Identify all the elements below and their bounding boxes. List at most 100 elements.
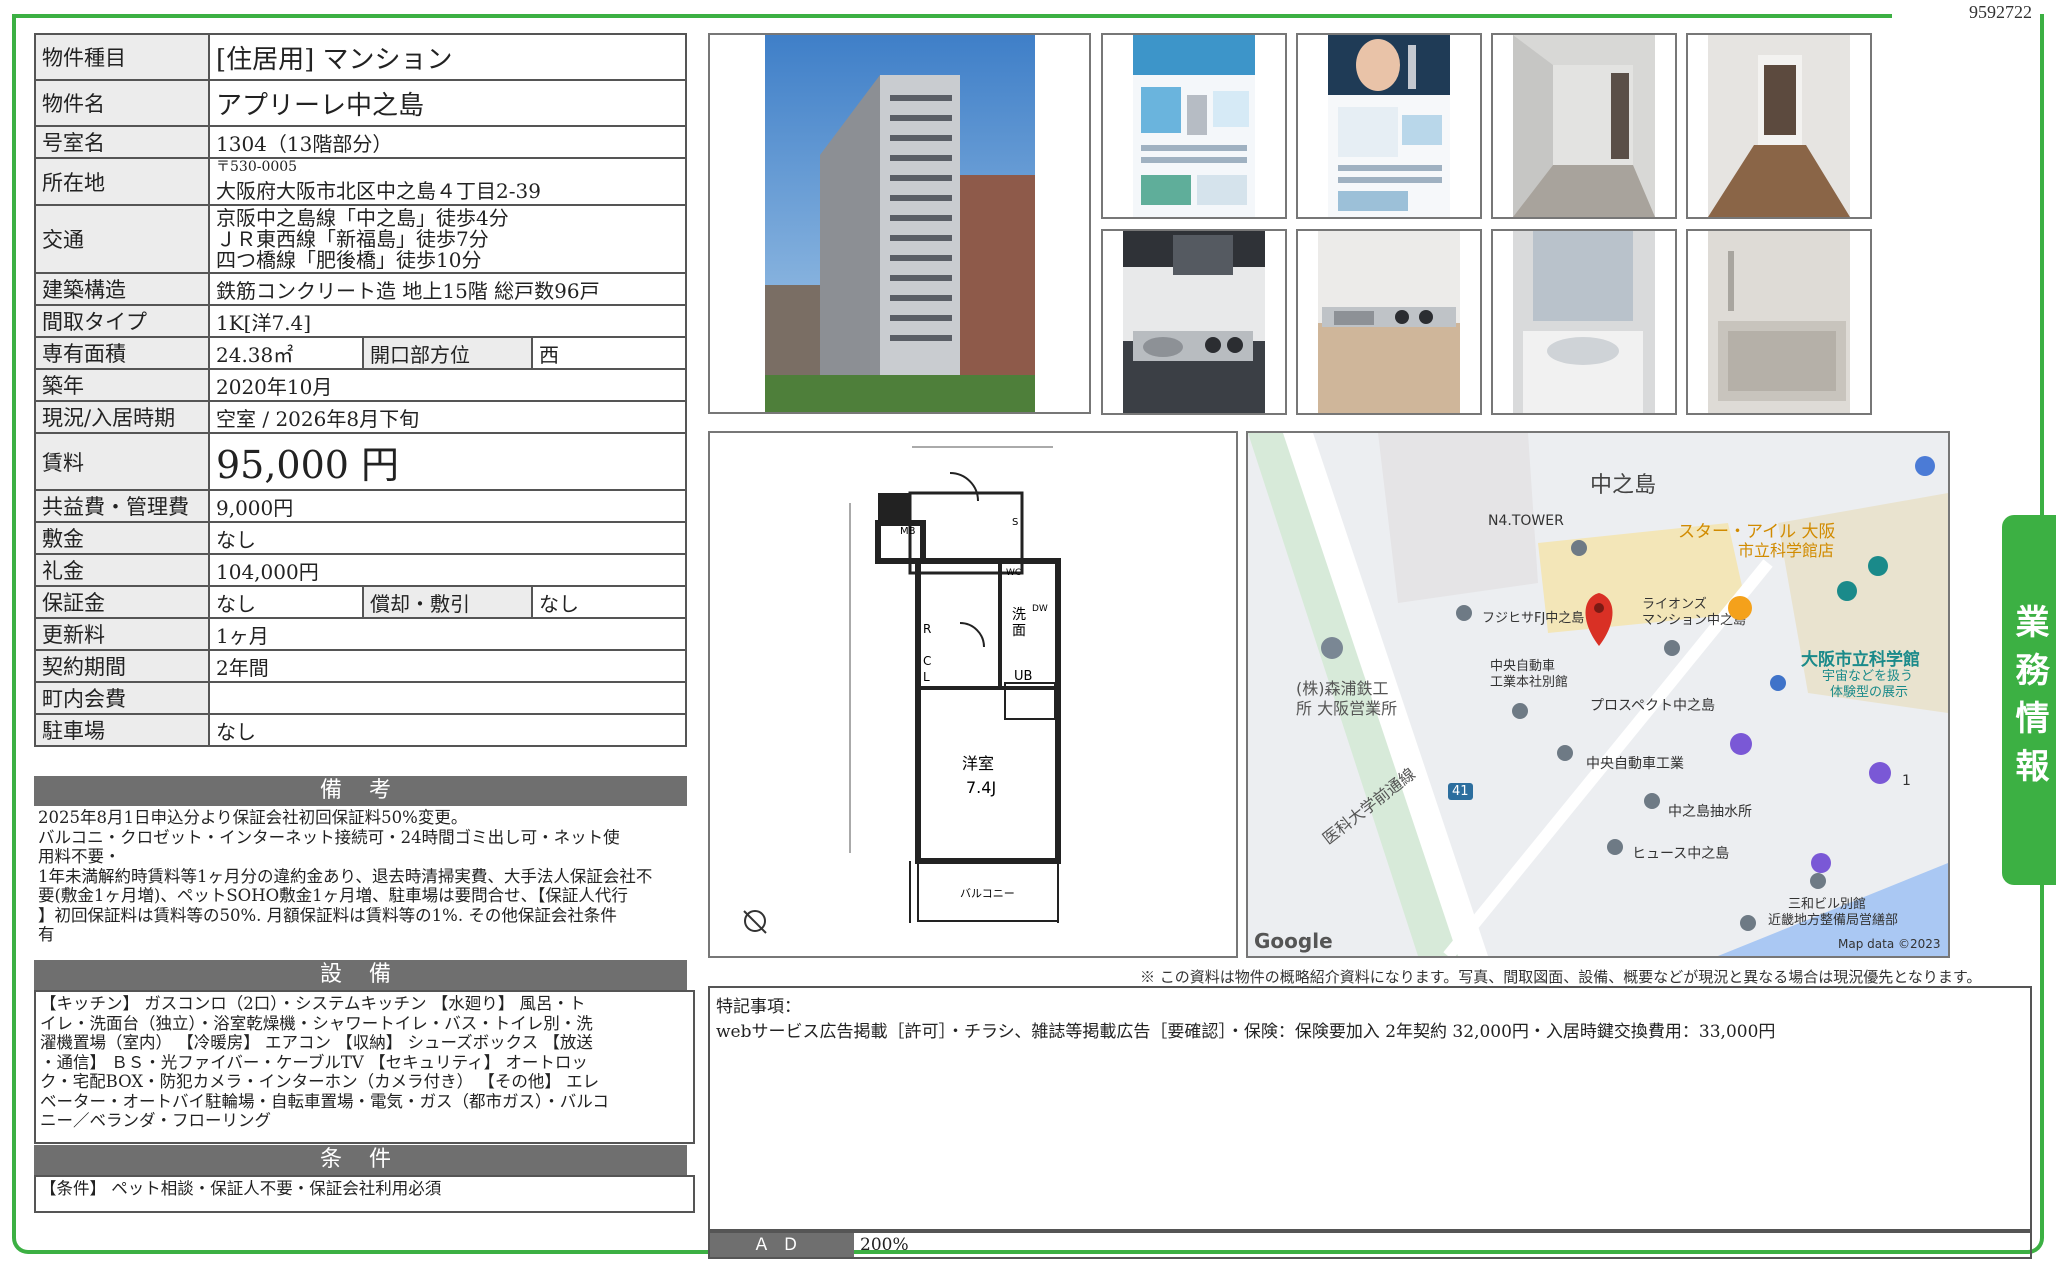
table-row: 所在地 〒530-0005 大阪府大阪市北区中之島４丁目2-39 [34, 157, 687, 206]
map-label-science-museum-3: 体験型の展示 [1830, 685, 1909, 700]
table-row: 更新料 1ヶ月 [34, 617, 687, 651]
floor-plan[interactable]: MB S R C L 洗 面 UB WC DW 洋室 7.4J バルコニー [708, 431, 1238, 958]
amortization-value: なし [531, 585, 687, 619]
status-label: 現況/入居時期 [34, 400, 210, 434]
ad-value: 200% [860, 1235, 909, 1255]
equipment-line: ニー／ベランダ・フローリング [40, 1111, 271, 1130]
fp-label-wash1: 洗 [1012, 607, 1026, 623]
fp-label-ub: UB [1014, 669, 1032, 684]
renewal-value: 1ヶ月 [208, 617, 687, 651]
status-value: 空室 / 2026年8月下旬 [208, 400, 687, 434]
structure-value: 鉄筋コンクリート造 地上15階 総戸数96戸 [208, 272, 687, 306]
map-label-pump: 中之島抽水所 [1668, 804, 1752, 820]
brochure-photo-1[interactable] [1101, 33, 1287, 219]
remarks-line: 2025年8月1日申込分より保証会社初回保証料50%変更。 [38, 808, 468, 827]
name-label: 物件名 [34, 79, 210, 127]
google-logo: Google [1254, 929, 1333, 953]
map-label-route: 41 [1448, 783, 1473, 800]
table-row: 間取タイプ 1K[洋7.4] [34, 304, 687, 338]
ad-label: ＡＤ [710, 1233, 854, 1257]
bathroom-photo[interactable] [1686, 229, 1872, 415]
association-label: 町内会費 [34, 681, 210, 715]
table-row: 敷金 なし [34, 521, 687, 555]
equipment-line: ・通信】 ＢＳ・光ファイバー・ケーブルTV 【セキュリティ】 オートロッ [40, 1052, 588, 1072]
structure-label: 建築構造 [34, 272, 210, 306]
equipment-heading: 設 備 [34, 960, 687, 990]
rent-label: 賃料 [34, 432, 210, 491]
kitchen-photo-1[interactable] [1101, 229, 1287, 415]
ad-row: ＡＤ 200% [708, 1231, 2032, 1259]
map-label-one: 1 [1902, 773, 1911, 789]
table-row: 現況/入居時期 空室 / 2026年8月下旬 [34, 400, 687, 434]
access-line: 四つ橋線「肥後橋」徒歩10分 [216, 247, 482, 272]
access-label: 交通 [34, 204, 210, 274]
parking-value: なし [208, 713, 687, 747]
name-value: アプリーレ中之島 [208, 79, 687, 127]
remarks-body: 2025年8月1日申込分より保証会社初回保証料50%変更。 バルコニ・クロゼット… [34, 806, 691, 958]
fp-label-s: S [1012, 517, 1018, 528]
contract-value: 2年間 [208, 649, 687, 683]
type-label: 物件種目 [34, 33, 210, 81]
map-label-prospect: プロスペクト中之島 [1590, 698, 1716, 714]
layout-value: 1K[洋7.4] [208, 304, 687, 338]
disclaimer-caption: ※ この資料は物件の概略紹介資料になります。写真、間取図面、設備、概要などが現況… [1140, 968, 1982, 986]
remarks-line: バルコニ・クロゼット・インターネット接続可・24時間ゴミ出し可・ネット使 [38, 827, 620, 847]
bathroom-image [1708, 231, 1850, 413]
association-value [208, 681, 687, 715]
fp-label-l: L [923, 670, 930, 684]
map-label-sanwa-2: 近畿地方整備局営繕部 [1768, 913, 1899, 928]
table-row: 号室名 1304（13階部分） [34, 125, 687, 159]
equipment-line: 濯機置場（室内） 【冷暖房】 エアコン 【収納】 シューズボックス 【放送 [40, 1033, 593, 1052]
guarantee-value: なし [208, 585, 364, 619]
fee-value: 9,000円 [208, 489, 687, 523]
table-row: 賃料 95,000 円 [34, 432, 687, 491]
access-cell: 京阪中之島線「中之島」徒歩4分 ＪＲ東西線「新福島」徒歩7分 四つ橋線「肥後橋」… [208, 204, 687, 274]
washroom-photo[interactable] [1491, 229, 1677, 415]
table-row: 保証金 なし 償却・敷引 なし [34, 585, 687, 619]
kitchen-photo-2[interactable] [1296, 229, 1482, 415]
postal-code: 〒530-0005 [216, 159, 298, 175]
document-id: 9592722 [1969, 2, 2032, 22]
fp-label-r: R [923, 622, 931, 636]
equipment-line: ク・宅配BOX・防犯カメラ・インターホン（カメラ付き） 【その他】 エレ [40, 1072, 600, 1091]
map-label-n4: N4.TOWER [1488, 513, 1564, 529]
conditions-body: 【条件】 ペット相談・保証人不要・保証会社利用必須 [34, 1175, 695, 1213]
built-value: 2020年10月 [208, 368, 687, 402]
layout-label: 間取タイプ [34, 304, 210, 338]
map-label-hugh: ヒュース中之島 [1632, 846, 1730, 862]
table-row: 物件種目 [住居用] マンション [34, 33, 687, 81]
location-map[interactable]: 中之島 N4.TOWER スター・アイル 大阪 市立科学館店 フジヒサFJ中之島… [1246, 431, 1950, 958]
deposit-label: 敷金 [34, 521, 210, 555]
brochure-image-1 [1133, 35, 1255, 217]
business-info-tab[interactable]: 業務情報 [2002, 515, 2056, 885]
special-notes: 特記事項： webサービス広告掲載［許可］・チラシ、雑誌等掲載広告［要確認］・保… [708, 986, 2032, 1231]
contract-label: 契約期間 [34, 649, 210, 683]
building-exterior-photo[interactable] [708, 33, 1091, 414]
table-row: 町内会費 [34, 681, 687, 715]
map-data-credit: Map data ©2023 [1838, 937, 1941, 951]
map-label-morikawa-2: 所 大阪営業所 [1296, 699, 1398, 718]
room-photo-2[interactable] [1686, 33, 1872, 219]
conditions-heading: 条 件 [34, 1145, 687, 1175]
equipment-line: 【キッチン】 ガスコンロ（2口）・システムキッチン 【水廻り】 風呂・ト [40, 994, 586, 1013]
brochure-photo-2[interactable] [1296, 33, 1482, 219]
kitchen-image-1 [1123, 231, 1265, 413]
map-label-area: 中之島 [1590, 473, 1657, 498]
equipment-line: ベーター・オートバイ駐輪場・自転車置場・電気・ガス（都市ガス）・バルコ [40, 1091, 609, 1111]
remarks-line: 有 [38, 925, 55, 944]
map-label-fujihisa: フジヒサFJ中之島ビル [1482, 611, 1611, 626]
access-line: 京阪中之島線「中之島」徒歩4分 [216, 205, 509, 230]
kitchen-image-2 [1318, 231, 1460, 413]
table-row: 築年 2020年10月 [34, 368, 687, 402]
type-value: [住居用] マンション [208, 33, 687, 81]
fp-label-c: C [923, 654, 931, 668]
facing-label: 開口部方位 [362, 336, 533, 370]
equipment-body: 【キッチン】 ガスコンロ（2口）・システムキッチン 【水廻り】 風呂・ト イレ・… [34, 990, 695, 1144]
remarks-heading: 備 考 [34, 776, 687, 806]
table-row: 契約期間 2年間 [34, 649, 687, 683]
table-row: 交通 京阪中之島線「中之島」徒歩4分 ＪＲ東西線「新福島」徒歩7分 四つ橋線「肥… [34, 204, 687, 274]
amortization-label: 償却・敷引 [362, 585, 533, 619]
key-money-label: 礼金 [34, 553, 210, 587]
room-photo-1[interactable] [1491, 33, 1677, 219]
built-label: 築年 [34, 368, 210, 402]
